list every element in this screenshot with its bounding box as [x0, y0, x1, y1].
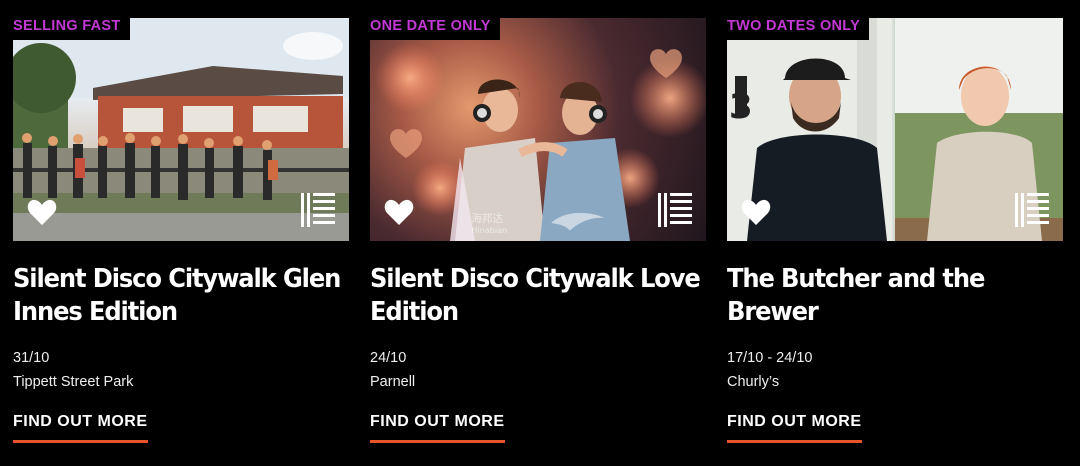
status-badge: TWO DATES ONLY	[727, 18, 870, 40]
walkers-photo	[13, 18, 349, 241]
status-badge: ONE DATE ONLY	[370, 18, 500, 40]
event-date: 24/10	[370, 350, 407, 366]
heart-icon[interactable]	[741, 199, 771, 226]
svg-text:3: 3	[729, 87, 753, 127]
event-image[interactable]: 3 TWO DATES ONLY	[727, 18, 1063, 241]
heart-icon[interactable]	[27, 199, 57, 226]
event-date: 31/10	[13, 350, 50, 366]
event-card[interactable]: 3 TWO DATES ONLY The Butcher and the Bre…	[727, 18, 1063, 443]
event-venue: Tippett Street Park	[13, 374, 134, 390]
find-out-more-link[interactable]: FIND OUT MORE	[370, 413, 505, 443]
event-venue: Parnell	[370, 374, 416, 390]
event-date: 17/10 - 24/10	[727, 350, 813, 366]
heart-icon[interactable]	[384, 199, 414, 226]
event-title[interactable]: Silent Disco Citywalk Love Edition	[370, 263, 705, 329]
event-image[interactable]: ONE DATE ONLY 海邦达 Hinabian	[370, 18, 706, 241]
watermark-logo: 海邦达 Hinabian	[471, 212, 605, 235]
event-card[interactable]: ONE DATE ONLY 海邦达 Hinabian Silent Disco …	[370, 18, 706, 443]
event-card[interactable]: SELLING FAST Silent Disco Citywalk Glen …	[13, 18, 349, 443]
svg-text:Hinabian: Hinabian	[471, 225, 507, 235]
brand-grid-icon	[301, 193, 335, 227]
event-title[interactable]: The Butcher and the Brewer	[727, 263, 1062, 329]
butcher-brewer-photo: 3	[727, 18, 1063, 241]
event-image[interactable]: SELLING FAST	[13, 18, 349, 241]
status-badge: SELLING FAST	[13, 18, 130, 40]
event-venue: Churly’s	[727, 374, 780, 390]
svg-text:海邦达: 海邦达	[471, 212, 503, 225]
brand-grid-icon	[1015, 193, 1049, 227]
event-title[interactable]: Silent Disco Citywalk Glen Innes Edition	[13, 263, 348, 329]
find-out-more-link[interactable]: FIND OUT MORE	[13, 413, 148, 443]
brand-grid-icon	[658, 193, 692, 227]
find-out-more-link[interactable]: FIND OUT MORE	[727, 413, 862, 443]
